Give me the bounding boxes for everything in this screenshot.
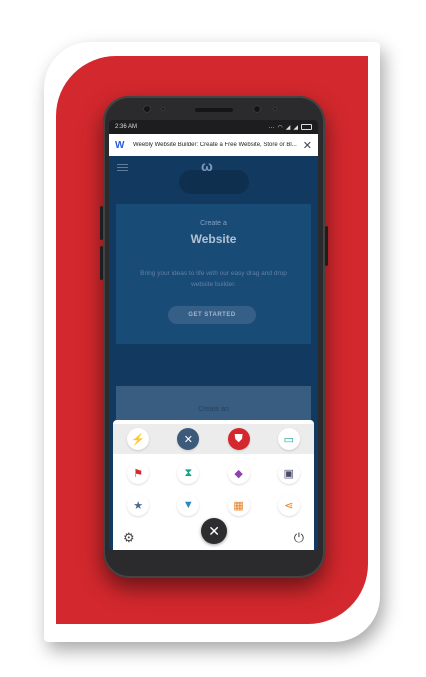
notification-text: Weebly Website Builder: Create a Free We… [133, 142, 297, 148]
volume-button-2 [100, 246, 103, 280]
camera-icon [143, 105, 151, 113]
weebly-logo-icon: W [115, 139, 125, 151]
star-icon[interactable]: ★ [127, 494, 150, 516]
signal-icon: ◢ [285, 124, 291, 131]
qr-icon[interactable]: ▦ [227, 494, 250, 516]
gem-icon[interactable]: ◆ [227, 462, 250, 484]
notification-bar[interactable]: W Weebly Website Builder: Create a Free … [109, 134, 318, 156]
more-icon: … [268, 124, 275, 130]
speaker-grille [195, 108, 233, 112]
flag-icon[interactable]: ⚑ [127, 462, 150, 484]
front-camera-icon [253, 105, 261, 113]
battery-icon [301, 124, 312, 130]
status-time: 2:36 AM [115, 124, 138, 130]
volume-button [100, 206, 103, 240]
phone-chin [109, 550, 318, 568]
launcher-row-2: ⚑ ⧗ ◆ ▣ [113, 458, 314, 488]
close-icon[interactable]: ✕ [299, 139, 312, 152]
monitor-icon[interactable]: ▭ [277, 428, 300, 450]
sensor-icon [161, 107, 165, 111]
power-button [325, 226, 328, 266]
launcher-row-1: ⚡ ✕ ⛊ ▭ [113, 424, 314, 454]
wifi-icon: ◠ [277, 124, 283, 131]
signal-icon-2: ◢ [293, 124, 298, 131]
shield-icon[interactable]: ⛊ [227, 428, 250, 450]
gear-icon[interactable]: ⚙ [123, 530, 135, 546]
quick-launcher-panel: ⚡ ✕ ⛊ ▭ ⚑ ⧗ ◆ ▣ ★ ▼ ▦ ⋖ ⚙ ✕ ⏻ [113, 420, 314, 550]
proximity-sensor-icon [273, 107, 277, 111]
launcher-row-3: ★ ▼ ▦ ⋖ [113, 490, 314, 520]
tshirt-icon[interactable]: ▼ [177, 494, 200, 516]
phone-mockup: 2:36 AM … ◠ ◢ ◢ W Weebly Website Builder… [100, 96, 328, 578]
share-icon[interactable]: ⋖ [277, 494, 300, 516]
lightning-icon[interactable]: ⚡ [127, 428, 150, 450]
floppy-icon[interactable]: ▣ [277, 462, 300, 484]
power-icon[interactable]: ⏻ [294, 530, 304, 546]
launcher-bottom-bar: ⚙ ✕ ⏻ [113, 518, 314, 550]
crosshair-icon[interactable]: ✕ [177, 428, 200, 450]
phone-screen: 2:36 AM … ◠ ◢ ◢ W Weebly Website Builder… [109, 120, 318, 550]
close-launcher-button[interactable]: ✕ [201, 518, 228, 544]
hourglass-icon[interactable]: ⧗ [177, 462, 200, 484]
status-bar: 2:36 AM … ◠ ◢ ◢ [109, 120, 318, 134]
